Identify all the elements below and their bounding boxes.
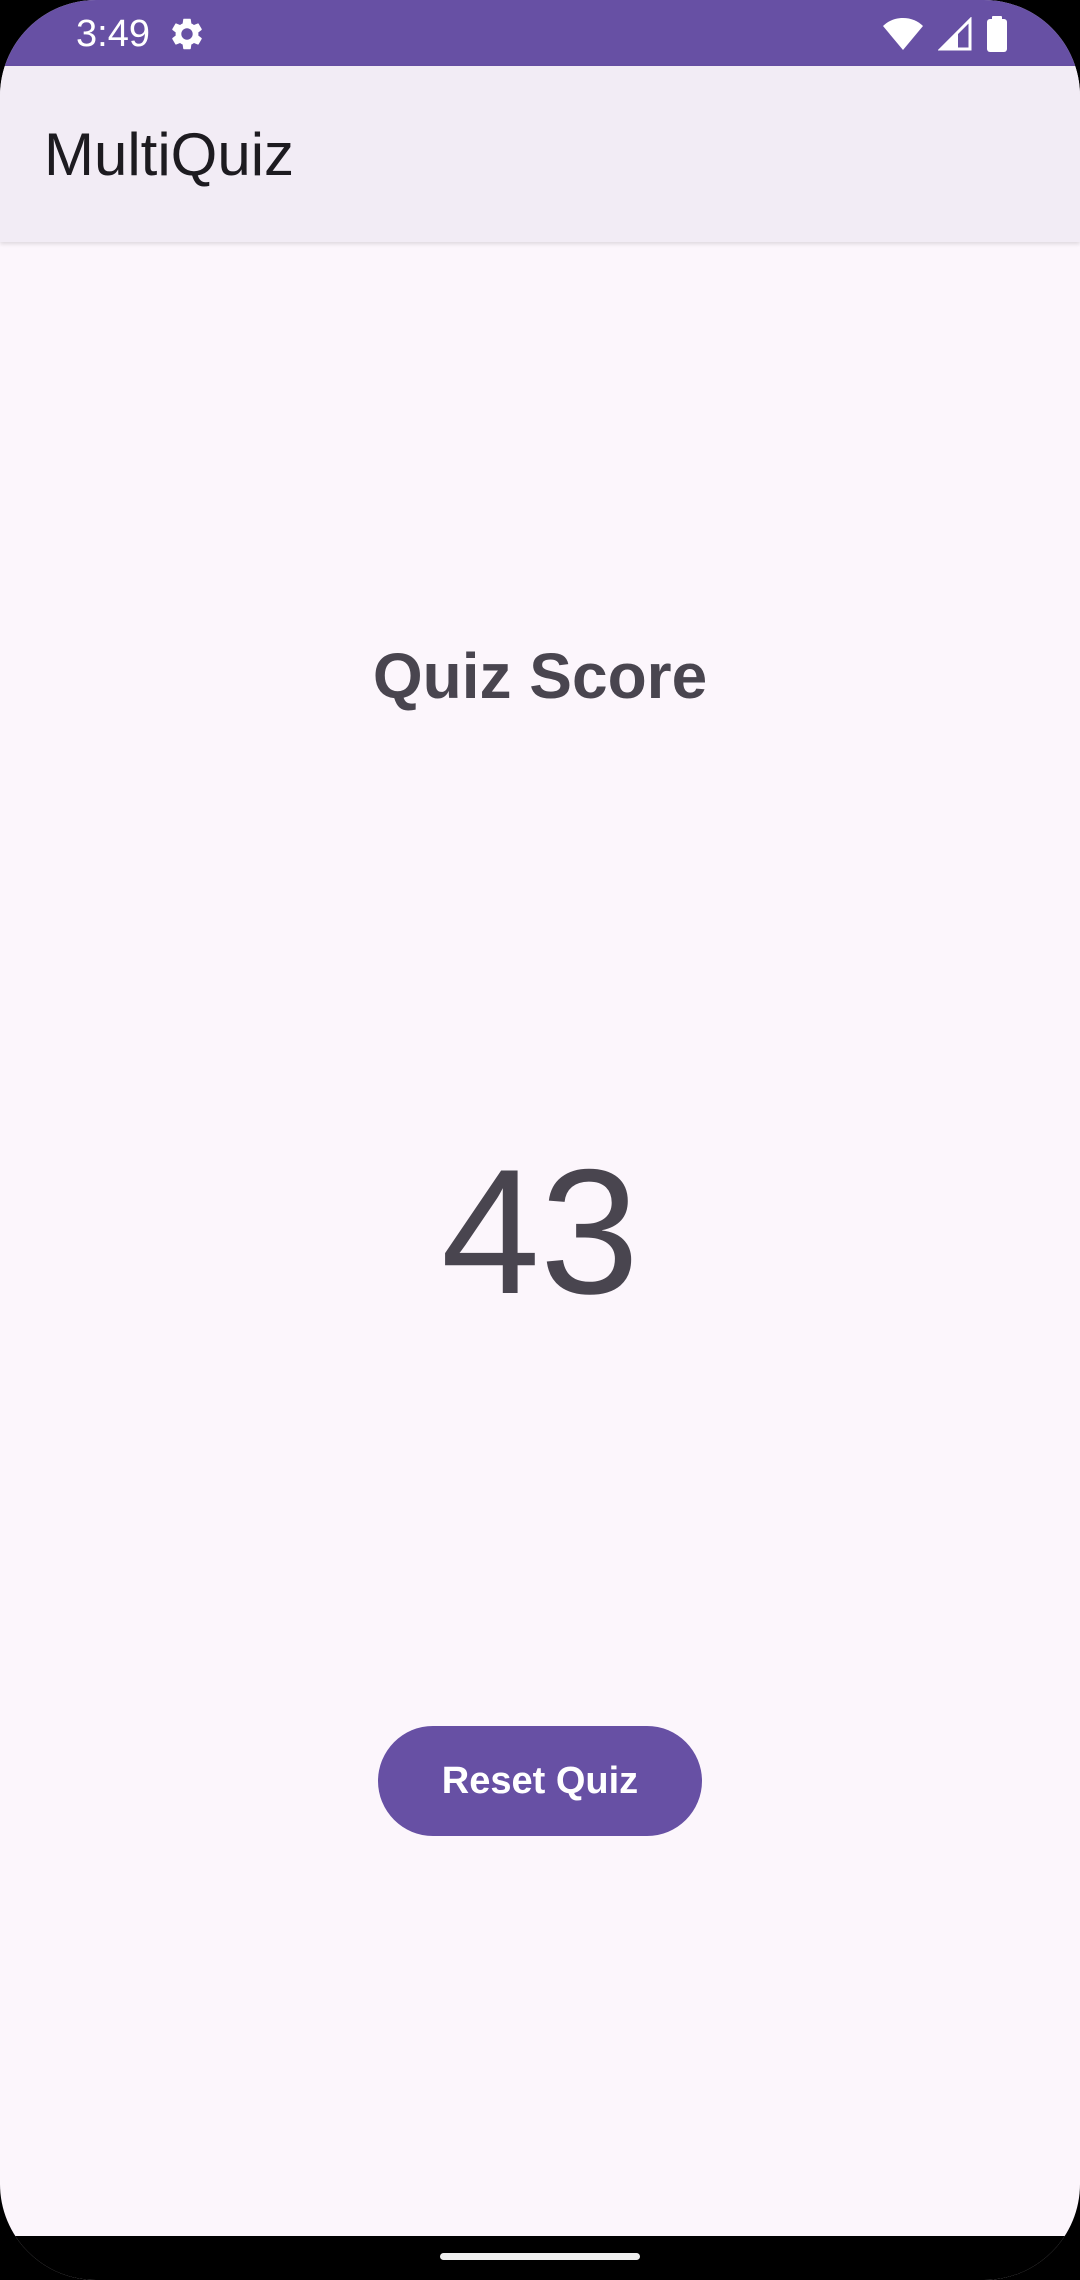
battery-icon: [986, 16, 1008, 52]
wifi-icon: [882, 17, 924, 51]
home-gesture-handle[interactable]: [440, 2253, 640, 2260]
app-bar: MultiQuiz: [0, 66, 1080, 242]
status-time: 3:49: [76, 13, 150, 55]
score-value: 43: [441, 1132, 639, 1331]
status-bar: 3:49: [0, 0, 1080, 66]
score-heading: Quiz Score: [372, 640, 708, 712]
cell-signal-icon: [938, 17, 972, 51]
settings-gear-icon: [168, 15, 206, 53]
status-icons: [882, 14, 1008, 54]
app-title: MultiQuiz: [44, 121, 295, 188]
quiz-score-screen: Quiz Score 43 Reset Quiz: [0, 242, 1080, 2236]
phone-screen: 3:49 MultiQuiz Quiz Score 43 Reset Quiz: [0, 0, 1080, 2280]
reset-quiz-button[interactable]: Reset Quiz: [378, 1726, 702, 1836]
